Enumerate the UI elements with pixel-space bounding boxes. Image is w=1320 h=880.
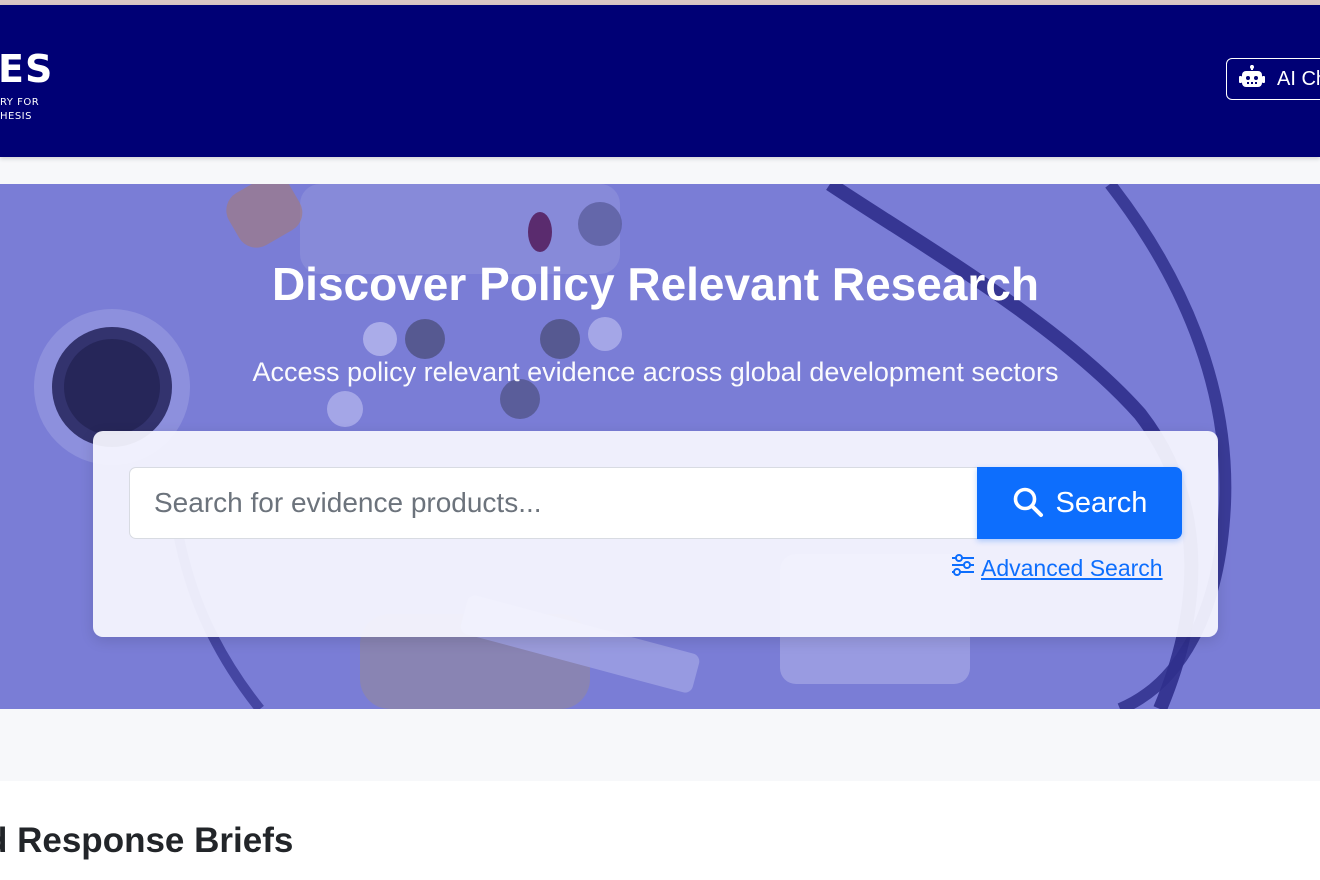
ai-chat-button[interactable]: AI Ch — [1226, 58, 1320, 100]
section-heading: d Response Briefs — [0, 821, 294, 860]
hero-banner: Discover Policy Relevant Research Access… — [0, 184, 1320, 709]
robot-icon — [1239, 64, 1265, 94]
search-input[interactable] — [129, 467, 977, 539]
advanced-search-label: Advanced Search — [981, 554, 1163, 581]
advanced-search-link[interactable]: Advanced Search — [951, 553, 1163, 583]
ai-chat-label: AI Ch — [1277, 67, 1320, 90]
hero-subtitle: Access policy relevant evidence across g… — [252, 357, 1059, 387]
hero-title: Discover Policy Relevant Research — [271, 258, 1040, 310]
site-header: ES RY FOR HESIS AI Ch — [0, 5, 1320, 157]
logo-tagline-line1: RY FOR — [0, 97, 40, 108]
site-logo[interactable]: ES — [0, 49, 53, 89]
search-button-label: Search — [1055, 486, 1148, 519]
sliders-icon — [951, 553, 975, 583]
search-button[interactable]: Search — [977, 467, 1182, 539]
logo-tagline-line2: HESIS — [0, 111, 32, 122]
search-icon — [1012, 486, 1044, 521]
search-card: Search Advanced Search — [93, 431, 1218, 637]
